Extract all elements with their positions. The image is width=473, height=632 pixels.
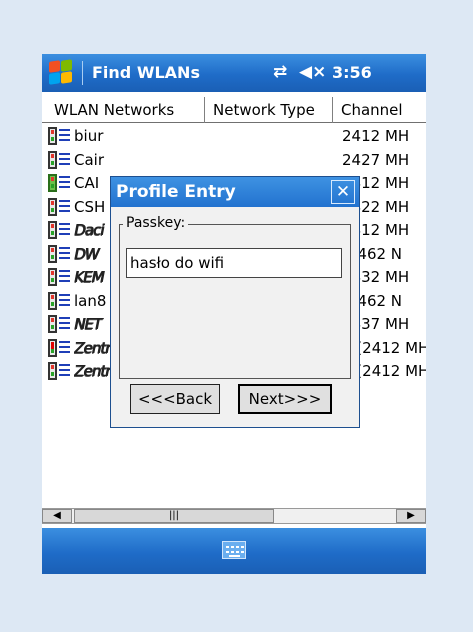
access-point-icon <box>48 197 70 216</box>
list-item[interactable]: biur 2412 MH <box>42 125 426 147</box>
access-point-icon <box>48 150 70 169</box>
access-point-icon <box>48 127 70 145</box>
list-item[interactable]: Cair 2427 MH <box>42 149 426 171</box>
column-channel[interactable]: Channel <box>341 101 403 119</box>
access-point-icon <box>48 291 70 310</box>
app-title: Find WLANs <box>92 63 200 82</box>
network-ssid: Cair <box>74 150 104 169</box>
back-button[interactable]: <<<Back <box>130 384 220 414</box>
clock[interactable]: 3:56 <box>332 63 372 82</box>
volume-muted-icon[interactable]: ◀× <box>299 62 326 82</box>
scroll-thumb[interactable]: ||| <box>74 509 274 523</box>
access-point-icon <box>48 174 70 192</box>
access-point-icon <box>48 268 70 286</box>
start-menu-icon[interactable] <box>49 59 75 86</box>
column-network-type[interactable]: Network Type <box>213 101 315 119</box>
title-separator <box>82 61 83 85</box>
network-channel: 2412 MH <box>342 127 410 145</box>
access-point-icon <box>48 244 70 263</box>
network-channel: 2427 MH <box>342 150 410 169</box>
soft-key-bar <box>42 528 426 574</box>
column-divider[interactable] <box>332 97 333 123</box>
device-screen: Find WLANs ⇄ ◀× 3:56 WLAN Networks Netwo… <box>42 54 426 574</box>
dialog-title: Profile Entry <box>116 182 236 202</box>
horizontal-scrollbar[interactable]: ◀ ||| ▶ <box>42 508 426 524</box>
list-column-header: WLAN Networks Network Type Channel <box>42 97 426 123</box>
column-wlan-networks[interactable]: WLAN Networks <box>54 101 174 119</box>
network-ssid: biur <box>74 127 104 145</box>
scroll-right-button[interactable]: ▶ <box>396 509 426 523</box>
access-point-icon <box>48 221 70 239</box>
close-icon[interactable]: ✕ <box>331 180 355 204</box>
access-point-icon <box>48 315 70 333</box>
access-point-icon <box>48 338 70 357</box>
title-bar: Find WLANs ⇄ ◀× 3:56 <box>42 54 426 92</box>
next-button[interactable]: Next>>> <box>238 384 332 414</box>
scroll-left-button[interactable]: ◀ <box>42 509 72 523</box>
column-divider[interactable] <box>204 97 205 123</box>
profile-entry-dialog: Profile Entry ✕ Passkey: <<<Back Next>>> <box>110 176 360 428</box>
keyboard-icon[interactable] <box>222 541 246 559</box>
access-point-icon <box>48 362 70 380</box>
passkey-label: Passkey: <box>123 215 189 231</box>
connectivity-icon[interactable]: ⇄ <box>273 62 287 82</box>
passkey-input[interactable] <box>126 248 342 278</box>
dialog-title-bar: Profile Entry ✕ <box>111 177 359 207</box>
